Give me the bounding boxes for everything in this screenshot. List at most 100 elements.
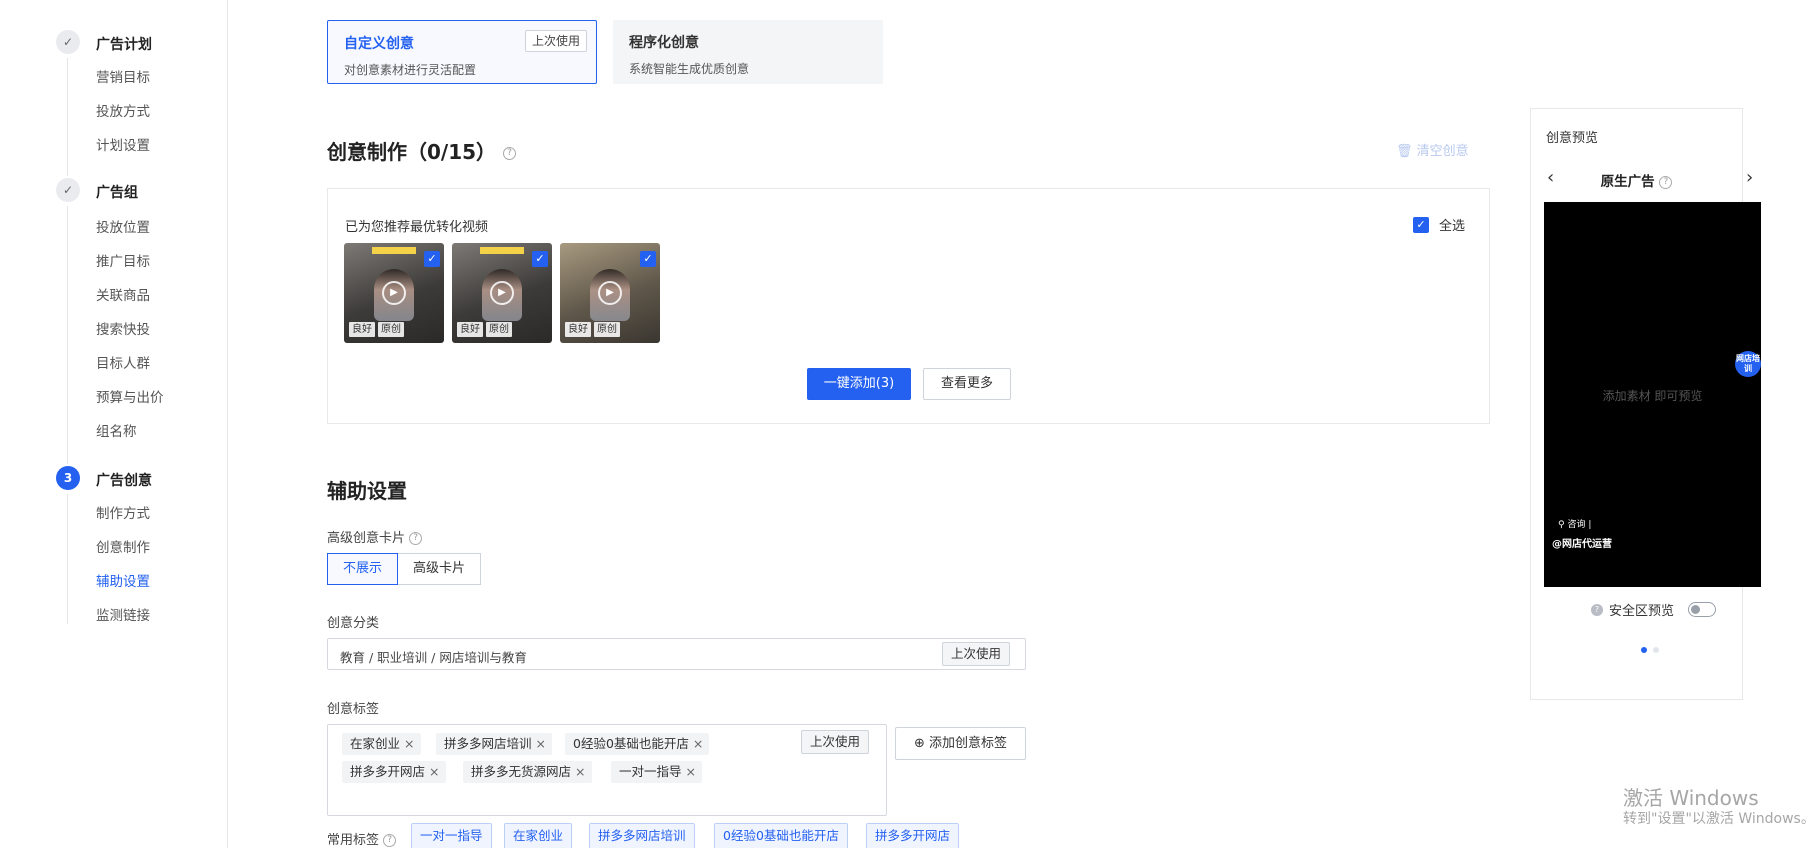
creative-make-title: 创意制作（0/15） ? <box>327 136 517 165</box>
common-tag[interactable]: 一对一指导 <box>411 823 492 848</box>
step-connector <box>67 494 68 624</box>
safe-area-preview: ? 安全区预览 <box>1591 600 1717 619</box>
safe-area-toggle[interactable] <box>1688 602 1717 617</box>
category-select[interactable]: 教育 / 职业培训 / 网店培训与教育 上次使用 <box>327 638 1026 670</box>
sidebar-item-delivery-method[interactable]: 投放方式 <box>96 100 150 120</box>
video-thumbnail[interactable]: ✓ ▶ 良好 原创 <box>560 243 660 343</box>
sidebar-item-assist-settings[interactable]: 辅助设置 <box>96 570 150 590</box>
step-title: 广告创意 <box>96 473 152 489</box>
original-badge: 原创 <box>486 322 512 337</box>
video-thumbnail[interactable]: ✓ ▶ 良好 原创 <box>452 243 552 343</box>
close-icon[interactable]: × <box>575 764 585 779</box>
sidebar-item-budget-bid[interactable]: 预算与出价 <box>96 386 164 406</box>
last-used-tag: 上次使用 <box>525 30 588 52</box>
chevron-right-icon[interactable]: › <box>1746 167 1753 188</box>
add-creative-tag-button[interactable]: ⊕ 添加创意标签 <box>895 727 1026 760</box>
creative-tag: 在家创业 × <box>342 733 421 755</box>
checkbox-checked-icon[interactable]: ✓ <box>640 251 656 267</box>
sidebar-item-group-name[interactable]: 组名称 <box>96 420 137 440</box>
sidebar-item-monitor-link[interactable]: 监测链接 <box>96 604 150 624</box>
help-icon[interactable]: ? <box>383 834 397 847</box>
clear-creative-label: 清空创意 <box>1416 144 1469 159</box>
close-icon[interactable]: × <box>693 736 703 751</box>
step-ad-group: ✓ 广告组 <box>0 176 228 206</box>
clear-creative-button[interactable]: 🗑 清空创意 <box>1396 140 1469 159</box>
sidebar-item-linked-goods[interactable]: 关联商品 <box>96 284 150 304</box>
advanced-card-label: 高级创意卡片 ? <box>327 527 423 546</box>
sidebar-item-audience[interactable]: 目标人群 <box>96 352 150 372</box>
video-banner <box>372 247 416 254</box>
close-icon[interactable]: × <box>536 736 546 751</box>
sidebar-item-placement[interactable]: 投放位置 <box>96 216 150 236</box>
assist-settings-title: 辅助设置 <box>327 479 407 503</box>
creative-tags-input[interactable]: 在家创业 × 拼多多网店培训 × 0经验0基础也能开店 × 拼多多开网店 × 拼多多无货… <box>327 724 887 816</box>
category-last-used-button[interactable]: 上次使用 <box>942 642 1011 666</box>
tag-text: 0经验0基础也能开店 <box>573 736 689 751</box>
checkbox-checked-icon[interactable]: ✓ <box>532 251 548 267</box>
close-icon[interactable]: × <box>686 764 696 779</box>
original-badge: 原创 <box>378 322 404 337</box>
sidebar-item-marketing-goal[interactable]: 营销目标 <box>96 66 150 86</box>
tags-label: 创意标签 <box>327 702 380 717</box>
sidebar-item-plan-settings[interactable]: 计划设置 <box>96 134 150 154</box>
creative-type-program-card[interactable]: 程序化创意 系统智能生成优质创意 <box>613 20 883 84</box>
step-ad-creative: 3 广告创意 <box>0 464 228 494</box>
category-label: 创意分类 <box>327 616 380 631</box>
sidebar-item-make-method[interactable]: 制作方式 <box>96 502 150 522</box>
safe-area-label: 安全区预览 <box>1609 604 1675 619</box>
help-icon[interactable]: ? <box>409 532 423 545</box>
quality-badge: 良好 <box>565 322 591 337</box>
common-tag[interactable]: 拼多多开网店 <box>866 823 960 848</box>
view-more-button[interactable]: 查看更多 <box>923 368 1011 400</box>
preview-title: 创意预览 <box>1546 131 1599 146</box>
carousel-dot[interactable] <box>1653 647 1659 653</box>
sidebar-item-search-boost[interactable]: 搜索快投 <box>96 318 150 338</box>
add-tag-label: 添加创意标签 <box>929 736 1008 751</box>
play-icon[interactable]: ▶ <box>598 281 622 305</box>
trash-icon: 🗑 <box>1396 144 1417 159</box>
checkbox-checked-icon[interactable]: ✓ <box>424 251 440 267</box>
preview-placeholder: 添加素材 即可预览 <box>1602 389 1703 403</box>
common-tag[interactable]: 拼多多网店培训 <box>589 823 695 848</box>
creative-tag: 拼多多无货源网店 × <box>463 761 592 783</box>
select-all-label: 全选 <box>1439 219 1466 234</box>
common-tags-label-text: 常用标签 <box>327 833 380 848</box>
checkbox-checked-icon: ✓ <box>1413 216 1429 233</box>
creative-type-custom-card[interactable]: 自定义创意 对创意素材进行灵活配置 上次使用 <box>327 20 597 84</box>
option-hide[interactable]: 不展示 <box>327 553 399 585</box>
close-icon[interactable]: × <box>404 736 414 751</box>
creative-tag: 拼多多网店培训 × <box>436 733 552 755</box>
preview-ad-type: 原生广告 ? <box>1531 170 1742 190</box>
carousel-dots <box>1641 647 1659 653</box>
recommend-label: 已为您推荐最优转化视频 <box>345 220 489 235</box>
carousel-dot-active[interactable] <box>1641 647 1647 653</box>
phone-preview-screen: 添加素材 即可预览 网店培训 ⚲ 咨询 | @网店代运营 <box>1544 202 1761 587</box>
close-icon[interactable]: × <box>429 764 439 779</box>
tag-text: 在家创业 <box>350 736 401 751</box>
creative-preview-panel: 创意预览 ‹ 原生广告 ? › 添加素材 即可预览 网店培训 ⚲ 咨询 | @网… <box>1530 108 1761 700</box>
play-icon[interactable]: ▶ <box>490 281 514 305</box>
step-ad-plan: ✓ 广告计划 <box>0 28 228 58</box>
help-icon[interactable]: ? <box>503 147 517 160</box>
add-all-button[interactable]: 一键添加(3) <box>807 368 911 400</box>
play-icon[interactable]: ▶ <box>382 281 406 305</box>
video-thumbnail[interactable]: ✓ ▶ 良好 原创 <box>344 243 444 343</box>
original-badge: 原创 <box>594 322 620 337</box>
common-tag[interactable]: 0经验0基础也能开店 <box>714 823 848 848</box>
step-connector <box>67 206 68 464</box>
consult-text: 咨询 | <box>1567 520 1592 530</box>
preview-nav: ‹ 原生广告 ? › <box>1531 167 1753 191</box>
creative-tag: 0经验0基础也能开店 × <box>565 733 710 755</box>
common-tag[interactable]: 在家创业 <box>504 823 573 848</box>
account-name: @网店代运营 <box>1552 539 1612 550</box>
sidebar-item-creative-make[interactable]: 创意制作 <box>96 536 150 556</box>
step-done-icon: ✓ <box>56 178 80 202</box>
select-all-checkbox[interactable]: ✓ 全选 <box>1413 215 1465 234</box>
quality-badge: 良好 <box>457 322 483 337</box>
help-icon[interactable]: ? <box>1659 175 1673 189</box>
help-icon[interactable]: ? <box>1591 603 1603 616</box>
sidebar-item-promo-target[interactable]: 推广目标 <box>96 250 150 270</box>
option-advanced-card[interactable]: 高级卡片 <box>398 553 482 585</box>
step-done-icon: ✓ <box>56 30 80 54</box>
tags-last-used-button[interactable]: 上次使用 <box>801 730 870 754</box>
